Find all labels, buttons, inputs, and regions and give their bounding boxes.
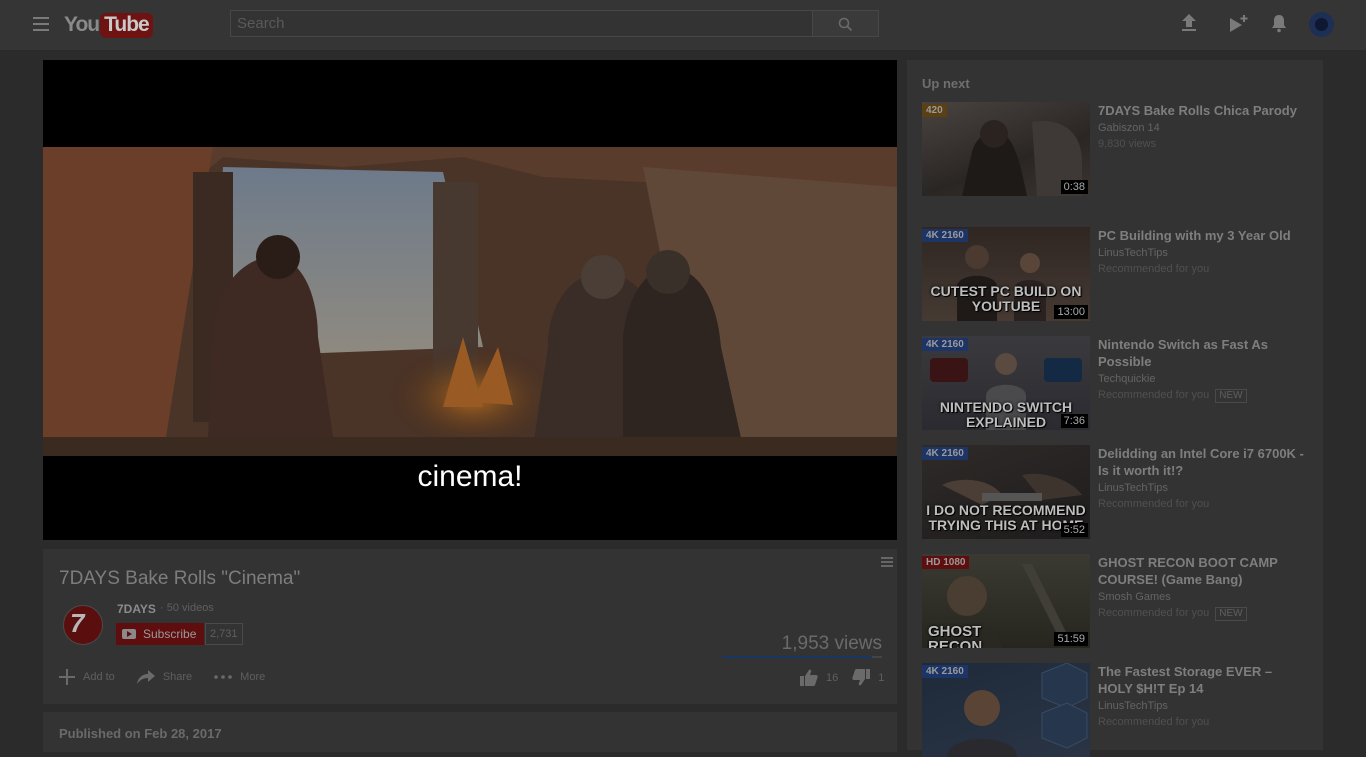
like-ratio-fill — [722, 656, 873, 658]
upload-icon[interactable] — [1180, 13, 1198, 33]
video-meta-text: Recommended for you — [1098, 389, 1210, 401]
video-title[interactable]: GHOST RECON BOOT CAMP COURSE! (Game Bang… — [1098, 554, 1308, 588]
quality-badge: 4K 2160 — [922, 229, 968, 242]
recommended-video[interactable]: 420 0:38 7DAYS Bake Rolls Chica Parody G… — [922, 102, 1322, 196]
video-thumbnail[interactable]: 420 0:38 — [922, 102, 1090, 196]
channel-name[interactable]: Techquickie — [1098, 373, 1155, 385]
duration-label: 7:36 — [1060, 414, 1088, 428]
channel-avatar[interactable]: 7 — [63, 605, 103, 645]
logo-you-text: You — [64, 13, 100, 36]
video-caption: cinema! — [417, 460, 523, 493]
subscribe-label: Subscribe — [143, 627, 197, 641]
recommended-video[interactable]: HD 1080 GHOST RECON 51:59 GHOST RECON BO… — [922, 554, 1322, 648]
thumbs-up-icon — [800, 669, 818, 686]
dislike-count: 1 — [878, 671, 885, 684]
video-frame — [43, 147, 897, 456]
up-next-sidebar: Up next 420 0:38 7DAYS Bake Rolls Chica … — [907, 60, 1323, 757]
share-icon — [136, 670, 155, 684]
action-menu-icon[interactable] — [881, 557, 893, 567]
quality-badge: HD 1080 — [922, 556, 970, 569]
duration-label: 5:52 — [1060, 523, 1088, 537]
video-thumbnail[interactable]: 4K 2160 — [922, 663, 1090, 757]
hamburger-menu-icon[interactable] — [33, 17, 49, 31]
video-title[interactable]: Nintendo Switch as Fast As Possible — [1098, 336, 1308, 370]
more-label: More — [240, 671, 266, 683]
plus-icon — [59, 669, 75, 685]
video-thumbnail[interactable]: 4K 2160 I DO NOT RECOMMEND TRYING THIS A… — [922, 445, 1090, 539]
video-title[interactable]: 7DAYS Bake Rolls Chica Parody — [1098, 102, 1308, 119]
like-dislike: 16 1 — [800, 669, 898, 686]
video-title[interactable]: The Fastest Storage EVER – HOLY $H!T Ep … — [1098, 663, 1308, 697]
subscribe-button[interactable]: Subscribe — [116, 623, 205, 645]
up-next-label: Up next — [922, 76, 970, 91]
account-avatar[interactable] — [1309, 12, 1334, 37]
recommended-video[interactable]: 4K 2160 I DO NOT RECOMMEND TRYING THIS A… — [922, 445, 1322, 539]
quality-badge: 4K 2160 — [922, 665, 968, 678]
duration-label: 0:38 — [1060, 180, 1088, 194]
published-date: Published on Feb 28, 2017 — [59, 726, 222, 741]
video-meta: Recommended for you — [1098, 716, 1210, 728]
search-button[interactable] — [813, 10, 879, 37]
channel-name[interactable]: LinusTechTips — [1098, 482, 1168, 494]
youtube-play-icon — [122, 629, 136, 639]
quality-badge: 420 — [922, 104, 947, 117]
like-ratio-bar — [722, 656, 882, 658]
more-button[interactable]: More — [214, 671, 265, 683]
video-meta: Recommended for you — [1098, 263, 1210, 275]
duration-label: 51:59 — [1054, 632, 1088, 646]
logo-tube-text: Tube — [100, 12, 153, 38]
video-meta: Recommended for you NEW — [1098, 389, 1247, 403]
duration-label: 13:00 — [1054, 305, 1088, 319]
video-title[interactable]: PC Building with my 3 Year Old — [1098, 227, 1308, 244]
subscriber-count: 2,731 — [205, 623, 243, 645]
masthead: You Tube Search — [0, 0, 1366, 51]
video-meta: Recommended for you — [1098, 498, 1210, 510]
recommended-video[interactable]: 4K 2160 CUTEST PC BUILD ON YOUTUBE 13:00… — [922, 227, 1322, 321]
quality-badge: 4K 2160 — [922, 447, 968, 460]
like-button[interactable]: 16 — [800, 669, 838, 686]
quality-badge: 4K 2160 — [922, 338, 968, 351]
video-meta: 9,830 views — [1098, 138, 1157, 150]
description-panel: Published on Feb 28, 2017 — [43, 712, 897, 752]
video-meta: Recommended for you NEW — [1098, 607, 1247, 621]
thumbnail-text: GHOST RECON — [928, 623, 983, 648]
view-count: 1,953 views — [781, 633, 882, 654]
video-thumbnail[interactable]: 4K 2160 NINTENDO SWITCH EXPLAINED 7:36 — [922, 336, 1090, 430]
video-player[interactable]: cinema! — [43, 60, 897, 540]
video-actions: Add to Share More — [59, 669, 287, 685]
recommended-video[interactable]: 4K 2160 NINTENDO SWITCH EXPLAINED 7:36 N… — [922, 336, 1322, 430]
channel-name[interactable]: LinusTechTips — [1098, 247, 1168, 259]
new-badge: NEW — [1215, 607, 1247, 621]
dislike-button[interactable]: 1 — [852, 669, 884, 686]
share-label: Share — [162, 671, 193, 683]
thumbs-down-icon — [852, 669, 871, 686]
search-icon — [838, 17, 853, 32]
notifications-bell-icon[interactable] — [1270, 13, 1288, 33]
channel-name[interactable]: Gabiszon 14 — [1098, 122, 1160, 134]
video-thumbnail[interactable]: 4K 2160 CUTEST PC BUILD ON YOUTUBE 13:00 — [922, 227, 1090, 321]
new-badge: NEW — [1215, 389, 1247, 403]
video-title: 7DAYS Bake Rolls "Cinema" — [59, 568, 301, 589]
youtube-logo[interactable]: You Tube — [64, 11, 153, 39]
channel-video-count: · 50 videos — [160, 602, 214, 614]
share-button[interactable]: Share — [136, 670, 193, 684]
channel-name[interactable]: LinusTechTips — [1098, 700, 1168, 712]
more-dots-icon — [214, 675, 232, 679]
video-meta-text: Recommended for you — [1098, 607, 1210, 619]
video-title[interactable]: Delidding an Intel Core i7 6700K - Is it… — [1098, 445, 1308, 479]
like-count: 16 — [826, 671, 839, 684]
create-live-icon[interactable] — [1228, 13, 1250, 35]
video-still-image — [43, 147, 897, 456]
video-thumbnail[interactable]: HD 1080 GHOST RECON 51:59 — [922, 554, 1090, 648]
channel-name[interactable]: Smosh Games — [1098, 591, 1171, 603]
add-to-button[interactable]: Add to — [59, 669, 115, 685]
video-info-panel: 7DAYS Bake Rolls "Cinema" 7 7DAYS · 50 v… — [43, 549, 897, 704]
recommended-video[interactable]: 4K 2160 The Fastest Storage EVER – HOLY … — [922, 663, 1322, 757]
add-to-label: Add to — [83, 671, 115, 683]
channel-name[interactable]: 7DAYS — [117, 602, 156, 616]
search-input[interactable]: Search — [230, 10, 813, 37]
